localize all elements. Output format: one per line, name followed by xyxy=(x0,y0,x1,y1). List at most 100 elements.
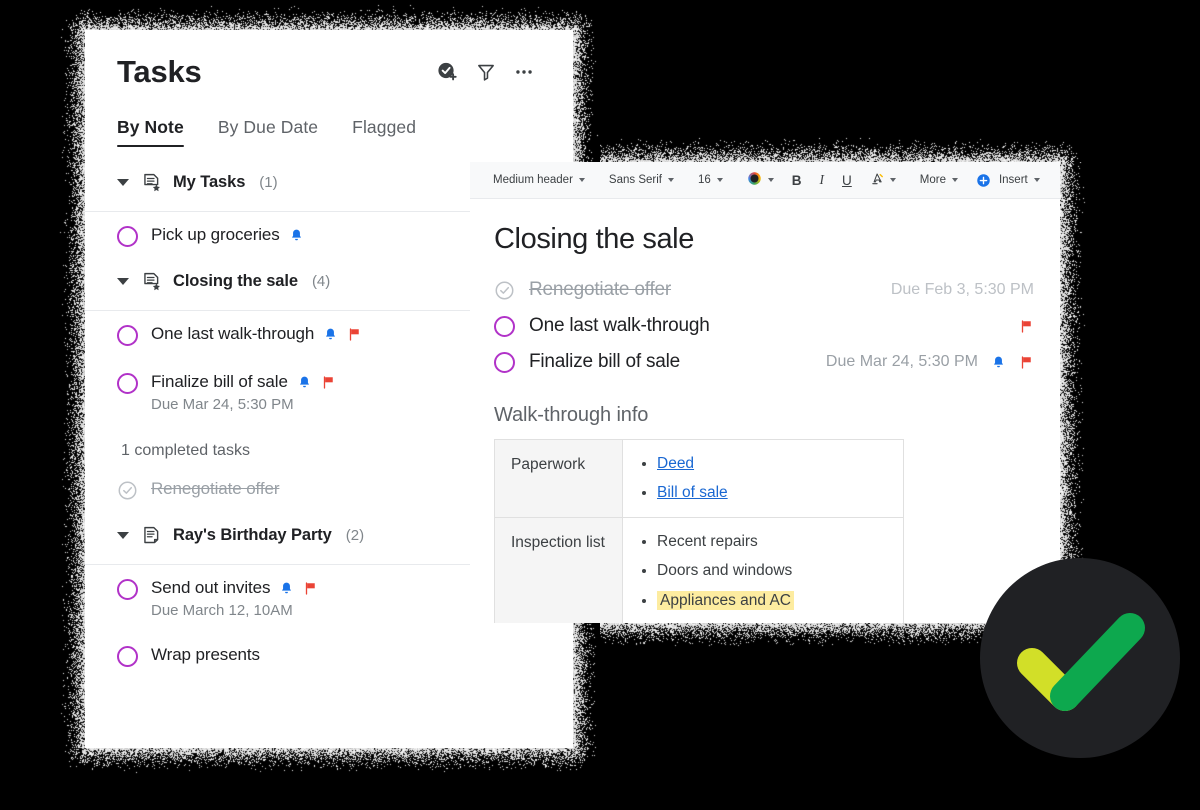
task-meta-icons xyxy=(289,228,304,243)
font-family-label: Sans Serif xyxy=(609,174,662,186)
italic-button[interactable]: I xyxy=(811,168,834,192)
task-title-line: Wrap presents xyxy=(151,645,260,665)
chevron-down-icon xyxy=(579,178,585,182)
document-title: Closing the sale xyxy=(494,223,1034,256)
checkmark-badge xyxy=(980,558,1180,758)
underline-button[interactable]: U xyxy=(833,168,861,192)
task-label: Wrap presents xyxy=(151,645,260,665)
chevron-down-icon xyxy=(768,178,774,182)
flag-icon xyxy=(1019,355,1034,370)
paragraph-style-dropdown[interactable]: Medium header xyxy=(484,168,594,192)
plus-circle-icon xyxy=(976,173,991,188)
more-formatting-dropdown[interactable]: More xyxy=(911,168,967,192)
task-meta-icons xyxy=(297,375,336,390)
task-title-line: Renegotiate offer xyxy=(151,479,279,499)
task-checkbox[interactable] xyxy=(117,373,138,394)
task-label: Pick up groceries xyxy=(151,225,280,245)
table-link[interactable]: Bill of sale xyxy=(657,484,728,501)
underline-icon: U xyxy=(842,173,852,188)
flag-icon xyxy=(303,581,318,596)
caret-down-icon[interactable] xyxy=(117,179,129,186)
list-item-text: Doors and windows xyxy=(657,562,792,579)
highlighter-pen-icon xyxy=(870,172,884,189)
highlight-button[interactable] xyxy=(861,168,905,192)
editor-body: Closing the sale Renegotiate offer Due Fe… xyxy=(470,199,1060,623)
caret-down-icon[interactable] xyxy=(117,278,129,285)
task-checkbox-checked[interactable] xyxy=(117,480,138,501)
task-group-label: Ray's Birthday Party xyxy=(173,526,332,545)
task-checkbox[interactable] xyxy=(494,352,515,373)
bold-button[interactable]: B xyxy=(783,168,811,192)
task-content: One last walk-through xyxy=(151,324,362,344)
task-title-line: Finalize bill of sale xyxy=(151,372,336,392)
editor-task-row[interactable]: One last walk-through xyxy=(494,308,1034,344)
chevron-down-icon xyxy=(668,178,674,182)
task-checkbox-checked[interactable] xyxy=(494,280,515,301)
list-item: Deed xyxy=(657,454,887,473)
tab-by-due-date[interactable]: By Due Date xyxy=(218,117,318,147)
font-size-dropdown[interactable]: 16 xyxy=(689,168,732,192)
filter-icon[interactable] xyxy=(475,61,497,83)
editor-task-meta: Due Mar 24, 5:30 PM xyxy=(826,353,1034,371)
insert-dropdown[interactable]: Insert xyxy=(967,168,1049,192)
caret-down-icon[interactable] xyxy=(117,532,129,539)
font-size-label: 16 xyxy=(698,174,711,186)
bell-icon xyxy=(323,327,338,342)
task-checkbox[interactable] xyxy=(117,646,138,667)
tab-flagged[interactable]: Flagged xyxy=(352,117,416,147)
table-row-label[interactable]: Inspection list xyxy=(495,517,623,623)
task-checkbox[interactable] xyxy=(494,316,515,337)
task-group-count: (1) xyxy=(259,174,277,191)
table-row-content[interactable]: Recent repairs Doors and windows Appliance… xyxy=(623,517,904,623)
task-due-date: Due March 12, 10AM xyxy=(151,602,318,619)
text-color-picker[interactable] xyxy=(738,168,783,192)
table-link[interactable]: Deed xyxy=(657,455,694,472)
more-options-icon[interactable] xyxy=(513,61,535,83)
task-title-line: One last walk-through xyxy=(151,324,362,344)
tasks-header-actions xyxy=(435,60,543,84)
screenshot-stage: Tasks By Note By Due Date Flagged My Tas… xyxy=(0,0,1200,810)
bullet-list: Recent repairs Doors and windows Appliance… xyxy=(639,532,887,610)
chevron-down-icon xyxy=(952,178,958,182)
task-due-date: Due Mar 24, 5:30 PM xyxy=(151,396,336,413)
bullet-list: Deed Bill of sale xyxy=(639,454,887,503)
task-label: Renegotiate offer xyxy=(151,479,279,499)
list-item: Recent repairs xyxy=(657,532,887,551)
flag-icon xyxy=(347,327,362,342)
color-wheel-icon xyxy=(747,171,762,189)
tasks-tabs: By Note By Due Date Flagged xyxy=(85,87,573,147)
paragraph-style-label: Medium header xyxy=(493,174,573,186)
table-row-content[interactable]: Deed Bill of sale xyxy=(623,440,904,518)
highlighted-text: Appliances and AC xyxy=(657,591,794,610)
walk-through-info-table: Paperwork Deed Bill of sale Inspection list… xyxy=(494,439,904,623)
list-item: Doors and windows xyxy=(657,561,887,580)
task-title-line: Send out invites xyxy=(151,578,318,598)
editor-task-row[interactable]: Renegotiate offer Due Feb 3, 5:30 PM xyxy=(494,272,1034,308)
tab-by-note[interactable]: By Note xyxy=(117,117,184,147)
task-checkbox[interactable] xyxy=(117,579,138,600)
task-content: Send out invites Due March 12, 10AM xyxy=(151,578,318,619)
page-title: Tasks xyxy=(117,56,202,87)
editor-task-row[interactable]: Finalize bill of sale Due Mar 24, 5:30 PM xyxy=(494,344,1034,380)
task-group-count: (4) xyxy=(312,273,330,290)
font-family-dropdown[interactable]: Sans Serif xyxy=(600,168,683,192)
task-group-label: Closing the sale xyxy=(173,272,298,291)
list-item: Bill of sale xyxy=(657,483,887,502)
chevron-down-icon xyxy=(1034,178,1040,182)
chevron-down-icon xyxy=(890,178,896,182)
note-editor-panel: Medium header Sans Serif 16 B I U More I… xyxy=(470,162,1060,623)
tasks-header: Tasks xyxy=(85,30,573,87)
task-title-line: Pick up groceries xyxy=(151,225,304,245)
table-row-label[interactable]: Paperwork xyxy=(495,440,623,518)
task-row[interactable]: Wrap presents xyxy=(85,632,573,680)
chevron-down-icon xyxy=(717,178,723,182)
table-row: Paperwork Deed Bill of sale xyxy=(495,440,904,518)
italic-icon: I xyxy=(820,172,825,188)
task-checkbox[interactable] xyxy=(117,325,138,346)
editor-task-due-date: Due Mar 24, 5:30 PM xyxy=(826,353,978,371)
editor-task-label: One last walk-through xyxy=(529,315,710,337)
add-task-icon[interactable] xyxy=(435,60,459,84)
task-checkbox[interactable] xyxy=(117,226,138,247)
bell-icon xyxy=(289,228,304,243)
task-content: Finalize bill of sale Due Mar 24, 5:30 PM xyxy=(151,372,336,413)
